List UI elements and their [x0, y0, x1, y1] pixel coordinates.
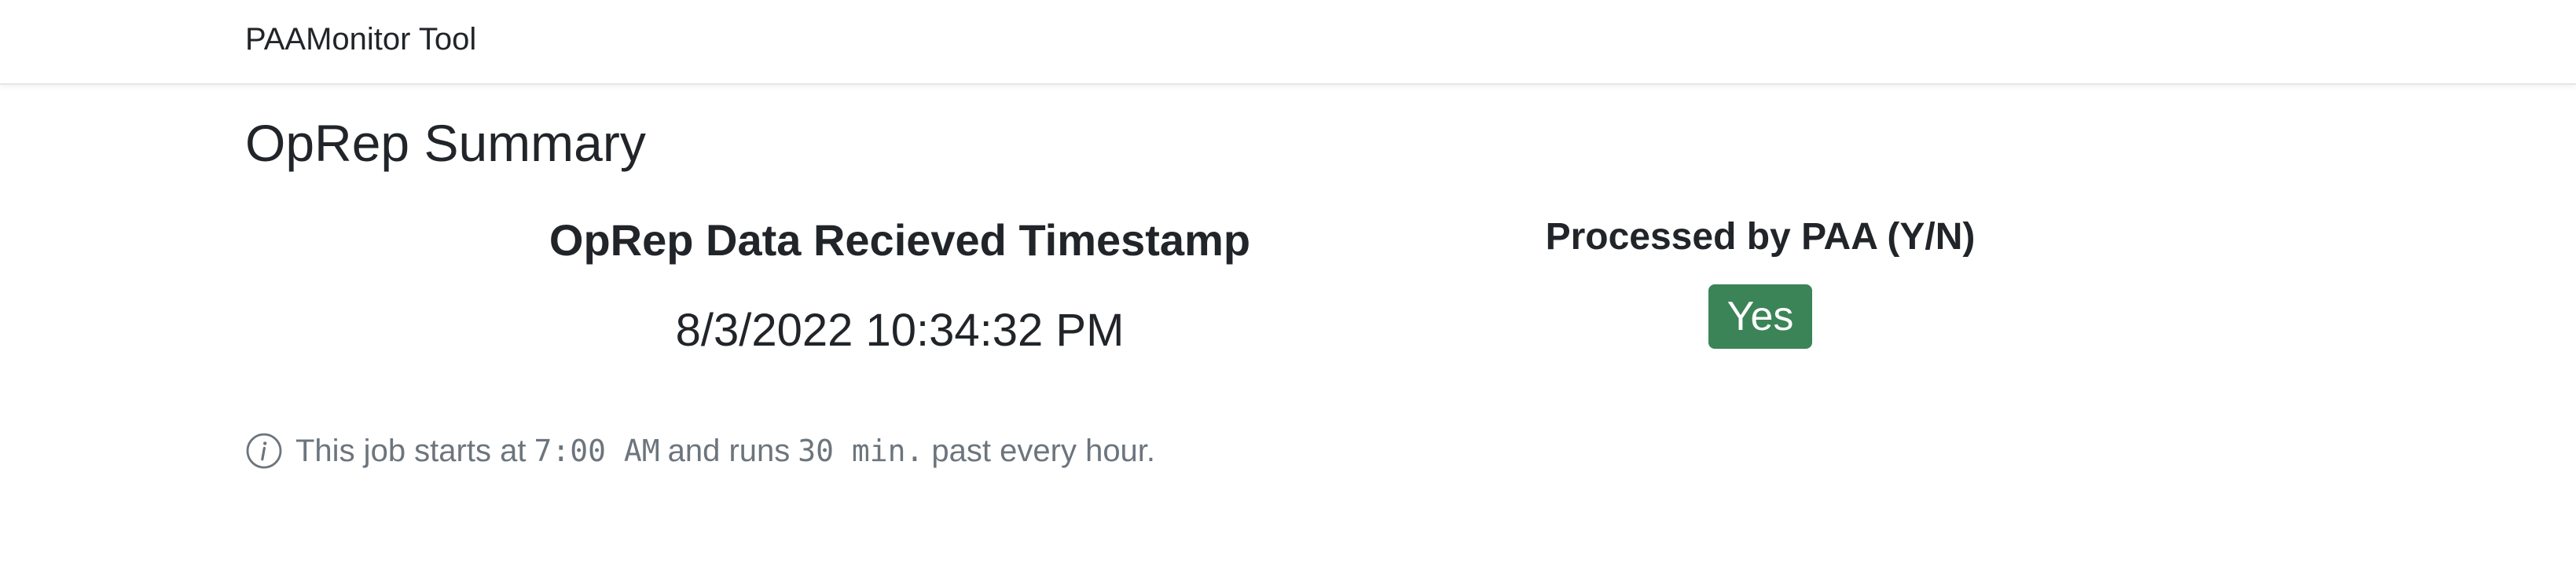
note-middle: and runs: [667, 433, 791, 468]
note-start-time: 7:00 AM: [534, 434, 660, 468]
schedule-note: This job starts at 7:00 AM and runs 30 m…: [245, 429, 1155, 473]
timestamp-heading: OpRep Data Recieved Timestamp: [549, 215, 1251, 265]
timestamp-value: 8/3/2022 10:34:32 PM: [675, 305, 1125, 356]
top-navbar: PAAMonitor Tool: [0, 0, 2576, 85]
processed-column: Processed by PAA (Y/N) Yes: [1383, 209, 2137, 349]
brand-link[interactable]: PAAMonitor Tool: [245, 20, 476, 58]
processed-status-badge[interactable]: Yes: [1708, 284, 1813, 349]
processed-heading: Processed by PAA (Y/N): [1545, 216, 1976, 258]
note-suffix: past every hour.: [931, 433, 1156, 468]
note-prefix: This job starts at: [295, 433, 527, 468]
timestamp-column: OpRep Data Recieved Timestamp 8/3/2022 1…: [503, 209, 1297, 366]
note-interval: 30 min.: [798, 434, 924, 468]
page-title: OpRep Summary: [245, 114, 646, 172]
info-icon: [246, 433, 282, 469]
